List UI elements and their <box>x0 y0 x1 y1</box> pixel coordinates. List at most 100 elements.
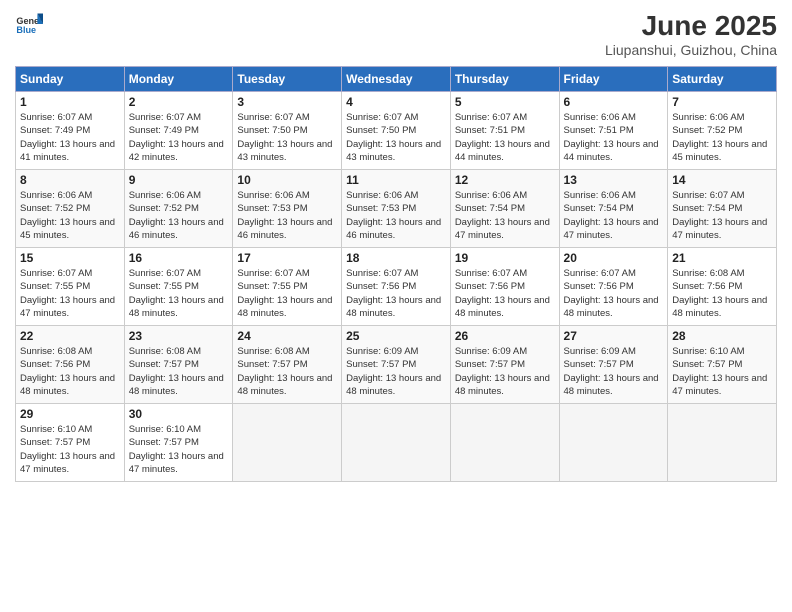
day-info: Sunrise: 6:06 AM Sunset: 7:52 PM Dayligh… <box>129 189 229 242</box>
sunset-label: Sunset: 7:56 PM <box>564 281 634 292</box>
daylight-label: Daylight: 13 hours and 41 minutes. <box>20 139 115 163</box>
sunset-label: Sunset: 7:52 PM <box>672 125 742 136</box>
sunrise-label: Sunrise: 6:09 AM <box>564 346 636 357</box>
calendar-cell: 6 Sunrise: 6:06 AM Sunset: 7:51 PM Dayli… <box>559 92 668 170</box>
col-friday: Friday <box>559 67 668 92</box>
calendar-cell: 4 Sunrise: 6:07 AM Sunset: 7:50 PM Dayli… <box>342 92 451 170</box>
day-number: 1 <box>20 95 120 109</box>
sunrise-label: Sunrise: 6:09 AM <box>346 346 418 357</box>
sunset-label: Sunset: 7:57 PM <box>672 359 742 370</box>
col-wednesday: Wednesday <box>342 67 451 92</box>
day-info: Sunrise: 6:08 AM Sunset: 7:57 PM Dayligh… <box>237 345 337 398</box>
daylight-label: Daylight: 13 hours and 42 minutes. <box>129 139 224 163</box>
calendar-cell: 5 Sunrise: 6:07 AM Sunset: 7:51 PM Dayli… <box>450 92 559 170</box>
calendar-cell: 17 Sunrise: 6:07 AM Sunset: 7:55 PM Dayl… <box>233 248 342 326</box>
col-thursday: Thursday <box>450 67 559 92</box>
calendar-cell <box>342 404 451 482</box>
day-info: Sunrise: 6:08 AM Sunset: 7:56 PM Dayligh… <box>672 267 772 320</box>
day-number: 29 <box>20 407 120 421</box>
title-block: June 2025 Liupanshui, Guizhou, China <box>605 10 777 58</box>
page-container: General Blue June 2025 Liupanshui, Guizh… <box>0 0 792 492</box>
calendar-cell: 7 Sunrise: 6:06 AM Sunset: 7:52 PM Dayli… <box>668 92 777 170</box>
day-info: Sunrise: 6:06 AM Sunset: 7:52 PM Dayligh… <box>20 189 120 242</box>
sunset-label: Sunset: 7:54 PM <box>455 203 525 214</box>
calendar-cell: 13 Sunrise: 6:06 AM Sunset: 7:54 PM Dayl… <box>559 170 668 248</box>
daylight-label: Daylight: 13 hours and 48 minutes. <box>237 373 332 397</box>
sunrise-label: Sunrise: 6:06 AM <box>346 190 418 201</box>
calendar-cell: 24 Sunrise: 6:08 AM Sunset: 7:57 PM Dayl… <box>233 326 342 404</box>
sunrise-label: Sunrise: 6:07 AM <box>20 112 92 123</box>
daylight-label: Daylight: 13 hours and 48 minutes. <box>129 373 224 397</box>
sunset-label: Sunset: 7:50 PM <box>346 125 416 136</box>
calendar-cell: 30 Sunrise: 6:10 AM Sunset: 7:57 PM Dayl… <box>124 404 233 482</box>
sunset-label: Sunset: 7:54 PM <box>672 203 742 214</box>
calendar-cell: 28 Sunrise: 6:10 AM Sunset: 7:57 PM Dayl… <box>668 326 777 404</box>
sunset-label: Sunset: 7:50 PM <box>237 125 307 136</box>
sunrise-label: Sunrise: 6:08 AM <box>237 346 309 357</box>
calendar-week-1: 1 Sunrise: 6:07 AM Sunset: 7:49 PM Dayli… <box>16 92 777 170</box>
sunset-label: Sunset: 7:57 PM <box>455 359 525 370</box>
sunrise-label: Sunrise: 6:08 AM <box>129 346 201 357</box>
sunrise-label: Sunrise: 6:07 AM <box>455 268 527 279</box>
day-number: 6 <box>564 95 664 109</box>
calendar-cell <box>233 404 342 482</box>
calendar-week-3: 15 Sunrise: 6:07 AM Sunset: 7:55 PM Dayl… <box>16 248 777 326</box>
day-number: 22 <box>20 329 120 343</box>
day-info: Sunrise: 6:08 AM Sunset: 7:56 PM Dayligh… <box>20 345 120 398</box>
calendar-cell: 23 Sunrise: 6:08 AM Sunset: 7:57 PM Dayl… <box>124 326 233 404</box>
day-info: Sunrise: 6:06 AM Sunset: 7:51 PM Dayligh… <box>564 111 664 164</box>
calendar-cell: 25 Sunrise: 6:09 AM Sunset: 7:57 PM Dayl… <box>342 326 451 404</box>
daylight-label: Daylight: 13 hours and 47 minutes. <box>564 217 659 241</box>
calendar-cell: 8 Sunrise: 6:06 AM Sunset: 7:52 PM Dayli… <box>16 170 125 248</box>
sunset-label: Sunset: 7:56 PM <box>346 281 416 292</box>
day-info: Sunrise: 6:10 AM Sunset: 7:57 PM Dayligh… <box>672 345 772 398</box>
day-info: Sunrise: 6:07 AM Sunset: 7:51 PM Dayligh… <box>455 111 555 164</box>
day-number: 2 <box>129 95 229 109</box>
daylight-label: Daylight: 13 hours and 48 minutes. <box>564 373 659 397</box>
sunset-label: Sunset: 7:54 PM <box>564 203 634 214</box>
day-number: 26 <box>455 329 555 343</box>
sunset-label: Sunset: 7:52 PM <box>20 203 90 214</box>
day-info: Sunrise: 6:10 AM Sunset: 7:57 PM Dayligh… <box>129 423 229 476</box>
sunrise-label: Sunrise: 6:07 AM <box>346 268 418 279</box>
sunset-label: Sunset: 7:57 PM <box>237 359 307 370</box>
daylight-label: Daylight: 13 hours and 44 minutes. <box>564 139 659 163</box>
sunrise-label: Sunrise: 6:06 AM <box>455 190 527 201</box>
sunset-label: Sunset: 7:51 PM <box>564 125 634 136</box>
daylight-label: Daylight: 13 hours and 47 minutes. <box>672 373 767 397</box>
day-info: Sunrise: 6:07 AM Sunset: 7:49 PM Dayligh… <box>20 111 120 164</box>
header-row: Sunday Monday Tuesday Wednesday Thursday… <box>16 67 777 92</box>
day-number: 14 <box>672 173 772 187</box>
sunrise-label: Sunrise: 6:08 AM <box>672 268 744 279</box>
sunrise-label: Sunrise: 6:09 AM <box>455 346 527 357</box>
calendar-week-2: 8 Sunrise: 6:06 AM Sunset: 7:52 PM Dayli… <box>16 170 777 248</box>
daylight-label: Daylight: 13 hours and 48 minutes. <box>455 373 550 397</box>
sunrise-label: Sunrise: 6:07 AM <box>237 268 309 279</box>
day-info: Sunrise: 6:07 AM Sunset: 7:56 PM Dayligh… <box>346 267 446 320</box>
day-info: Sunrise: 6:07 AM Sunset: 7:55 PM Dayligh… <box>237 267 337 320</box>
logo: General Blue <box>15 10 43 38</box>
day-number: 27 <box>564 329 664 343</box>
calendar-cell: 14 Sunrise: 6:07 AM Sunset: 7:54 PM Dayl… <box>668 170 777 248</box>
sunrise-label: Sunrise: 6:08 AM <box>20 346 92 357</box>
sunset-label: Sunset: 7:52 PM <box>129 203 199 214</box>
daylight-label: Daylight: 13 hours and 48 minutes. <box>672 295 767 319</box>
sunrise-label: Sunrise: 6:07 AM <box>564 268 636 279</box>
daylight-label: Daylight: 13 hours and 47 minutes. <box>455 217 550 241</box>
calendar-cell: 27 Sunrise: 6:09 AM Sunset: 7:57 PM Dayl… <box>559 326 668 404</box>
sunset-label: Sunset: 7:57 PM <box>346 359 416 370</box>
sunset-label: Sunset: 7:53 PM <box>346 203 416 214</box>
calendar-cell: 21 Sunrise: 6:08 AM Sunset: 7:56 PM Dayl… <box>668 248 777 326</box>
calendar-cell: 3 Sunrise: 6:07 AM Sunset: 7:50 PM Dayli… <box>233 92 342 170</box>
sunrise-label: Sunrise: 6:10 AM <box>672 346 744 357</box>
sunrise-label: Sunrise: 6:10 AM <box>20 424 92 435</box>
daylight-label: Daylight: 13 hours and 47 minutes. <box>672 217 767 241</box>
col-saturday: Saturday <box>668 67 777 92</box>
sunset-label: Sunset: 7:49 PM <box>129 125 199 136</box>
calendar-cell: 19 Sunrise: 6:07 AM Sunset: 7:56 PM Dayl… <box>450 248 559 326</box>
calendar-cell: 16 Sunrise: 6:07 AM Sunset: 7:55 PM Dayl… <box>124 248 233 326</box>
daylight-label: Daylight: 13 hours and 47 minutes. <box>20 451 115 475</box>
day-number: 19 <box>455 251 555 265</box>
sunset-label: Sunset: 7:57 PM <box>564 359 634 370</box>
day-number: 30 <box>129 407 229 421</box>
